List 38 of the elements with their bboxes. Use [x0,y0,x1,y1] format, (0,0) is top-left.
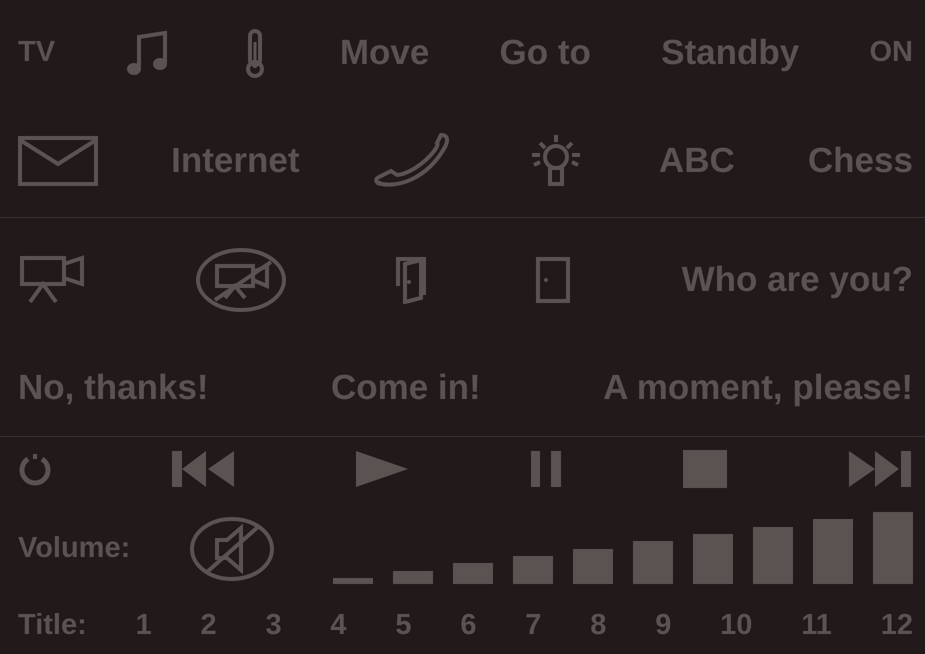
label-text[interactable]: Chess [808,141,913,182]
music-note-icon[interactable] [125,28,170,77]
label-text[interactable]: 3 [265,608,282,642]
label-text[interactable]: Who are you? [682,260,913,300]
label-text[interactable]: 1 [136,608,152,642]
label-text[interactable]: 6 [460,608,476,642]
label-text[interactable]: 8 [590,608,606,642]
label-text[interactable]: TV [18,36,56,70]
mute-icon[interactable] [188,516,275,582]
play-icon[interactable] [354,449,410,490]
label-text[interactable]: 2 [200,608,217,642]
label-text[interactable]: ABC [658,141,735,182]
camera-off-icon[interactable] [195,246,288,314]
open-door-icon[interactable] [394,256,427,304]
label-text[interactable]: ON [869,36,913,70]
power-icon[interactable] [18,451,52,488]
label-text[interactable]: No, thanks! [18,368,209,408]
skip-forward-icon[interactable] [846,449,913,490]
label-text[interactable]: Go to [500,32,591,73]
pause-icon[interactable] [528,449,563,490]
label-text[interactable]: 9 [655,608,672,642]
label-text[interactable]: Volume: [18,532,130,566]
label-text[interactable]: Title: [18,608,87,642]
volume-level-drawing[interactable] [333,514,913,584]
label-text[interactable]: Move [340,32,430,73]
label-text[interactable]: 12 [880,608,913,642]
stop-icon[interactable] [680,449,729,490]
label-text[interactable]: Standby [661,32,800,73]
label-text[interactable]: Internet [171,141,300,182]
label-text[interactable]: 7 [525,608,542,642]
label-text[interactable]: 10 [720,608,752,642]
label-text[interactable]: 4 [330,608,347,642]
label-text[interactable]: 5 [395,608,412,642]
label-text[interactable]: Come in! [330,368,481,408]
label-text[interactable]: A moment, please! [603,368,913,408]
envelope-icon[interactable] [18,136,98,186]
label-text[interactable]: 11 [801,608,832,642]
skip-back-icon[interactable] [170,449,236,490]
